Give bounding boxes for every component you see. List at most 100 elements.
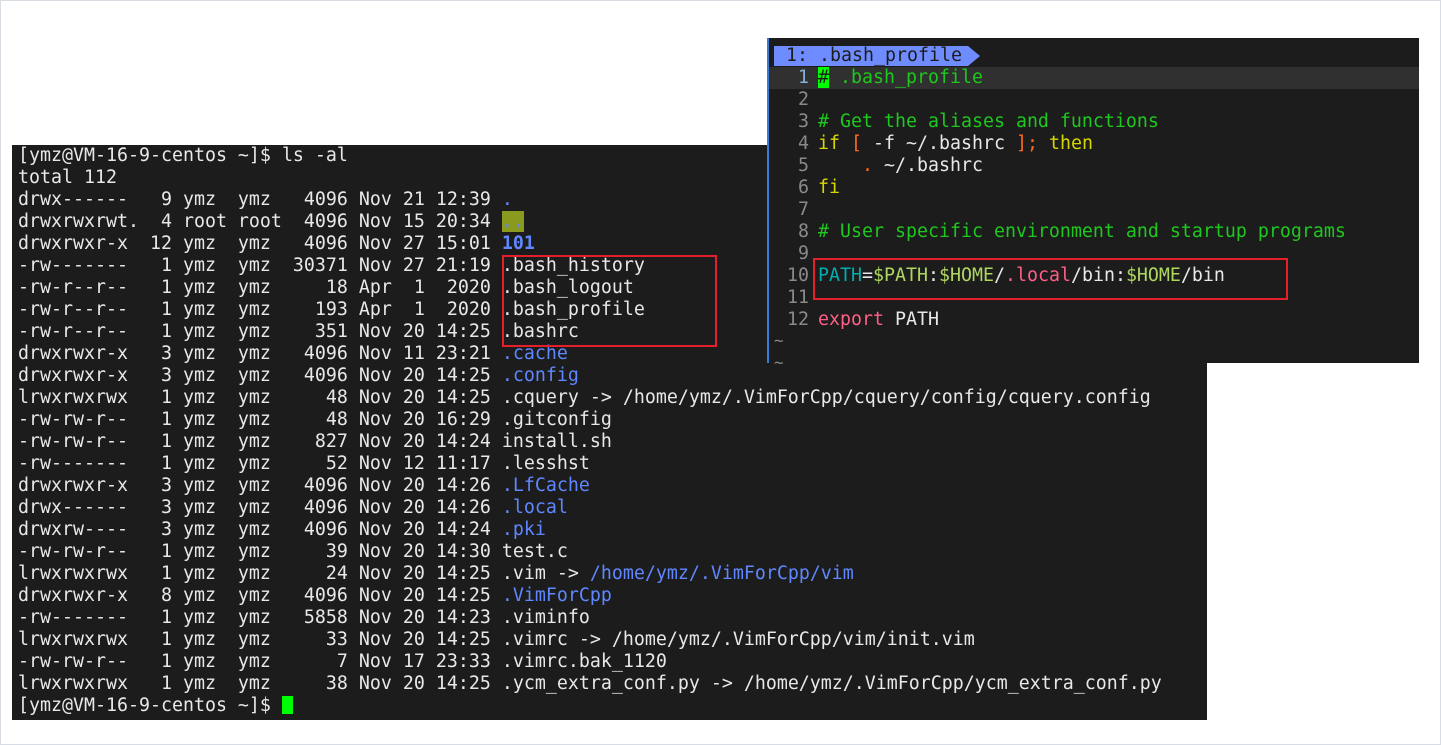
line-code: # User specific environment and startup … [818,221,1346,243]
file-meta: lrwxrwxrwx 1 ymz ymz 48 Nov 20 14:25 [18,387,502,408]
listing-row: drwxrwxr-x 12 ymz ymz 4096 Nov 27 15:01 … [18,233,535,255]
file-name: .VimForCpp [501,585,612,606]
file-name: .vimrc.bak_1120 [501,651,667,672]
file-meta: drwxrwxrwt. 4 root root 4096 Nov 15 20:3… [18,211,502,232]
empty-line-tilde: ~ [774,353,784,372]
file-name: .cquery [501,387,579,408]
file-name: . [501,189,513,210]
listing-row: drwxrwxr-x 3 ymz ymz 4096 Nov 11 23:21 .… [18,343,568,365]
file-name: .lesshst [501,453,590,474]
link-arrow: -> [545,563,590,584]
file-meta: drwxrwxr-x 3 ymz ymz 4096 Nov 20 14:26 [18,475,502,496]
code-token: . [862,155,873,176]
code-token: if [818,133,840,154]
line-number: 8 [798,221,809,242]
link-target: /home/ymz/.VimForCpp/vim [589,563,854,584]
code-token: .bash_profile [829,67,983,88]
listing-row: lrwxrwxrwx 1 ymz ymz 38 Nov 20 14:25 .yc… [18,673,1162,695]
code-token: # [818,67,829,88]
file-name: .vimrc [501,629,568,650]
file-meta: drwx------ 3 ymz ymz 4096 Nov 20 14:26 [18,497,502,518]
file-name: install.sh [501,431,612,452]
vim-line: 12 export PATH [769,309,1419,331]
line-code: fi [818,177,840,199]
line-number: 11 [787,287,809,308]
file-meta: drwxrwxr-x 12 ymz ymz 4096 Nov 27 15:01 [18,233,502,254]
vim-line: 8 # User specific environment and startup… [769,221,1419,243]
file-name: .gitconfig [501,409,612,430]
line-number: 7 [798,199,809,220]
code-token: [ [851,133,862,154]
file-name: .local [501,497,568,518]
file-meta: -rw-r--r-- 1 ymz ymz 18 Apr 1 2020 [18,277,502,298]
prompt: [ymz@VM-16-9-centos ~]$ [18,695,282,716]
code-token: PATH [883,309,939,330]
file-meta: -rw-rw-r-- 1 ymz ymz 39 Nov 20 14:30 [18,541,502,562]
listing-row: -rw------- 1 ymz ymz 52 Nov 12 11:17 .le… [18,453,590,475]
link-target: /home/ymz/.VimForCpp/ycm_extra_conf.py [743,673,1162,694]
line-code: . ~/.bashrc [818,155,983,177]
file-meta: drwxrw---- 3 ymz ymz 4096 Nov 20 14:24 [18,519,502,540]
file-meta: drwxrwxr-x 3 ymz ymz 4096 Nov 11 23:21 [18,343,502,364]
link-arrow: -> [567,629,612,650]
listing-row: lrwxrwxrwx 1 ymz ymz 33 Nov 20 14:25 .vi… [18,629,975,651]
link-target: /home/ymz/.VimForCpp/vim/init.vim [611,629,975,650]
prompt: [ymz@VM-16-9-centos ~]$ [18,145,282,166]
file-meta: -rw-rw-r-- 1 ymz ymz 48 Nov 20 16:29 [18,409,502,430]
file-name: test.c [501,541,568,562]
vim-line: 7 [769,199,1419,221]
listing-row: -rw------- 1 ymz ymz 5858 Nov 20 14:23 .… [18,607,590,629]
line-code: if [ -f ~/.bashrc ]; then [818,133,1093,155]
listing-row: drwx------ 9 ymz ymz 4096 Nov 21 12:39 . [18,189,513,211]
listing-row: -rw-r--r-- 1 ymz ymz 351 Nov 20 14:25 .b… [18,321,579,343]
vim-window[interactable]: 1: .bash_profile 1 # .bash_profile 2 3 # Get… [767,38,1419,372]
link-target: /home/ymz/.VimForCpp/cquery/config/cquer… [622,387,1151,408]
file-name: .config [501,365,579,386]
code-token: # Get the aliases and functions [818,111,1159,132]
file-name: .vim [501,563,546,584]
link-arrow: -> [578,387,623,408]
line-number: 5 [798,155,809,176]
listing-row: -rw-rw-r-- 1 ymz ymz 827 Nov 20 14:24 in… [18,431,612,453]
code-token: ]; [1015,133,1038,154]
line-number: 12 [787,309,809,330]
file-meta: drwxrwxr-x 3 ymz ymz 4096 Nov 20 14:25 [18,365,502,386]
line-number: 10 [787,265,809,286]
file-meta: -rw-r--r-- 1 ymz ymz 351 Nov 20 14:25 [18,321,502,342]
prompt-line: [ymz@VM-16-9-centos ~]$ [18,695,293,717]
line-code: # Get the aliases and functions [818,111,1159,133]
file-meta: lrwxrwxrwx 1 ymz ymz 24 Nov 20 14:25 [18,563,502,584]
line-number: 9 [798,243,809,264]
code-token: ~/.bashrc [873,155,983,176]
file-meta: -rw-rw-r-- 1 ymz ymz 7 Nov 17 23:33 [18,651,502,672]
line-number: 2 [798,89,809,110]
vim-buffer-tab[interactable]: 1: .bash_profile [774,46,980,66]
line-number: 3 [798,111,809,132]
file-name: .viminfo [501,607,590,628]
vim-line: 5 . ~/.bashrc [769,155,1419,177]
file-name: 101 [501,233,535,254]
file-meta: lrwxrwxrwx 1 ymz ymz 38 Nov 20 14:25 [18,673,502,694]
code-token: then [1048,133,1093,154]
listing-row: lrwxrwxrwx 1 ymz ymz 24 Nov 20 14:25 .vi… [18,563,854,585]
line-code: # .bash_profile [818,67,983,89]
code-token: export [818,309,884,330]
highlight-box-bash-files [502,255,717,347]
vim-line: 2 [769,89,1419,111]
total-line: total 112 [18,167,117,189]
code-token: fi [818,177,840,198]
file-meta: drwxrwxr-x 8 ymz ymz 4096 Nov 20 14:25 [18,585,502,606]
vim-line: 6 fi [769,177,1419,199]
vim-line: 4 if [ -f ~/.bashrc ]; then [769,133,1419,155]
file-meta: -rw-r--r-- 1 ymz ymz 193 Apr 1 2020 [18,299,502,320]
line-code: export PATH [818,309,939,331]
listing-row: drwx------ 3 ymz ymz 4096 Nov 20 14:26 .… [18,497,568,519]
file-name: .LfCache [501,475,590,496]
file-meta: lrwxrwxrwx 1 ymz ymz 33 Nov 20 14:25 [18,629,502,650]
file-meta: -rw------- 1 ymz ymz 52 Nov 12 11:17 [18,453,502,474]
file-name: .pki [501,519,546,540]
file-name: .ycm_extra_conf.py [501,673,700,694]
